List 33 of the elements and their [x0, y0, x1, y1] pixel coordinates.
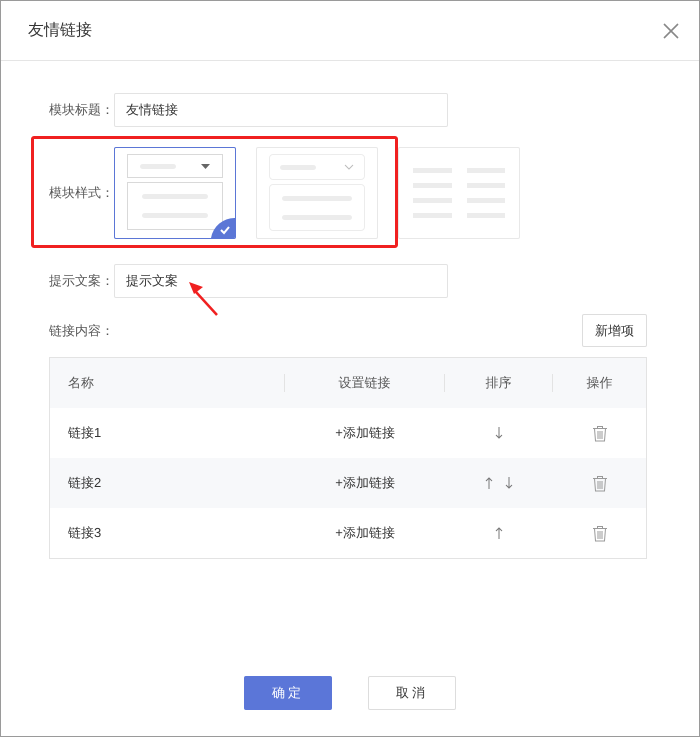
column-header: 名称 — [68, 374, 94, 392]
add-link[interactable]: +添加链接 — [335, 423, 395, 443]
annotation-arrow — [187, 280, 219, 317]
caret-icon — [201, 164, 210, 168]
add-item-button[interactable]: 新增项 — [582, 314, 647, 347]
table-cell: 链接2 — [68, 475, 102, 490]
trash-icon[interactable] — [592, 424, 608, 442]
table-cell: 链接1 — [68, 425, 102, 440]
confirm-button[interactable]: 确定 — [244, 676, 332, 710]
column-header: 排序 — [486, 374, 512, 392]
cancel-button[interactable]: 取消 — [368, 676, 456, 710]
trash-icon[interactable] — [592, 474, 608, 492]
field-label: 模块样式： — [49, 184, 114, 202]
table-cell: 链接3 — [68, 525, 102, 540]
arrow-down-icon[interactable] — [505, 477, 513, 489]
add-link[interactable]: +添加链接 — [335, 523, 395, 543]
arrow-down-icon[interactable] — [495, 427, 503, 439]
field-label: 模块标题： — [49, 101, 114, 120]
arrow-up-icon[interactable] — [495, 527, 503, 539]
column-header: 设置链接 — [338, 374, 390, 392]
close-icon[interactable] — [663, 22, 679, 38]
chevron-down-icon — [344, 164, 354, 170]
field-label: 提示文案： — [49, 272, 114, 290]
trash-icon[interactable] — [592, 524, 608, 542]
hint-input[interactable]: 提示文案 — [114, 264, 448, 298]
arrow-up-icon[interactable] — [485, 477, 493, 489]
add-link[interactable]: +添加链接 — [335, 473, 395, 493]
title-input[interactable]: 友情链接 — [114, 93, 448, 127]
field-label: 链接内容： — [49, 322, 114, 340]
style-option[interactable] — [114, 147, 236, 239]
dialog-title: 友情链接 — [28, 20, 92, 40]
column-header: 操作 — [586, 374, 612, 392]
check-badge-icon — [211, 218, 235, 238]
